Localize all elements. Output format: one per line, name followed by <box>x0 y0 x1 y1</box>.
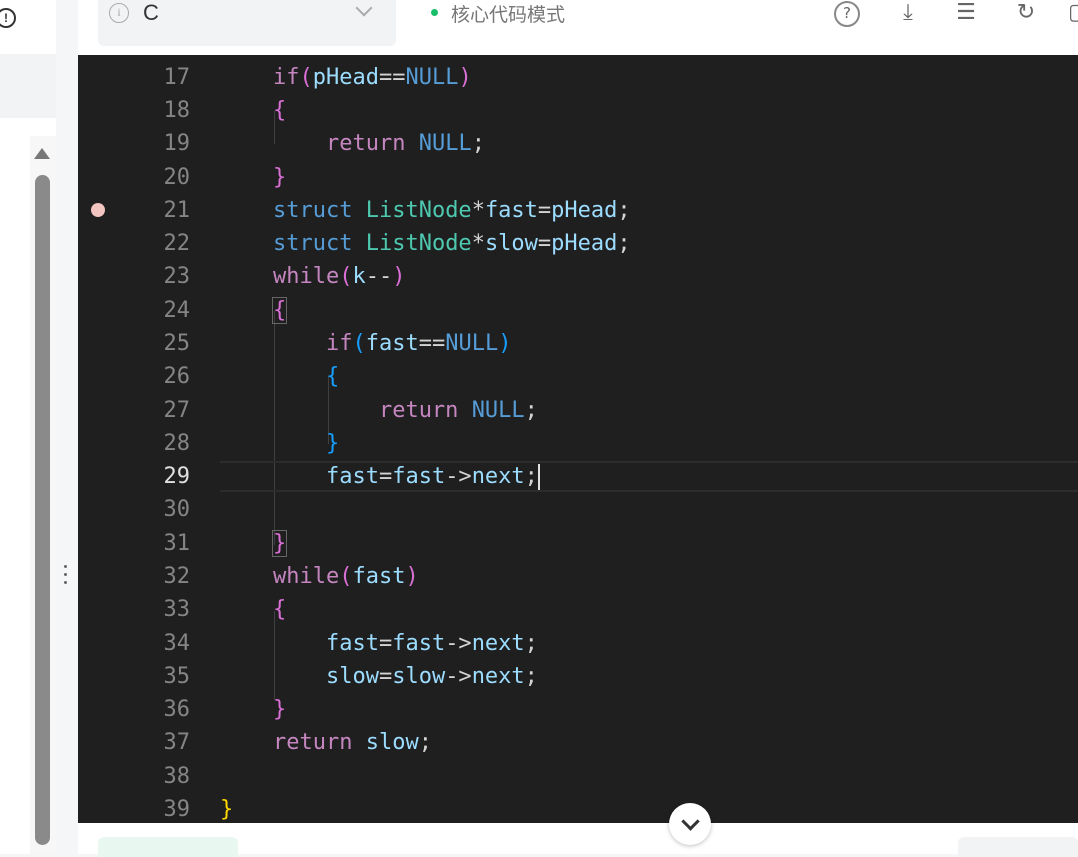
code-line: 39} <box>163 797 234 822</box>
code-line: 28 } <box>163 431 340 456</box>
code-line: 22 struct ListNode*slow=pHead; <box>163 231 631 256</box>
code-line: 33 { <box>163 597 287 622</box>
code-line-current[interactable]: 29 fast=fast->next; <box>78 460 1078 493</box>
download-icon[interactable]: ⤓ <box>894 0 922 28</box>
mode-status-dot <box>431 9 438 16</box>
code-line: 36 } <box>163 697 287 722</box>
code-editor[interactable]: 17 if(pHead==NULL) 18 { 19 return NULL; … <box>78 55 1078 823</box>
left-panel-section <box>0 54 56 118</box>
panel-splitter[interactable] <box>56 0 78 854</box>
code-line: 26 { <box>163 364 340 389</box>
code-line: 35 slow=slow->next; <box>163 664 538 689</box>
breakpoint-marker[interactable] <box>91 203 105 217</box>
tab-run-result[interactable] <box>98 837 238 857</box>
drag-handle-icon[interactable] <box>64 565 68 589</box>
code-line: 38 <box>163 764 191 789</box>
mode-label: 核心代码模式 <box>451 4 566 26</box>
fullscreen-icon[interactable]: ▢ <box>1068 0 1078 28</box>
help-icon[interactable]: ? <box>834 1 860 27</box>
info-icon[interactable]: i <box>109 3 129 23</box>
bottom-action-button[interactable] <box>958 837 1078 857</box>
code-line: 18 { <box>163 98 287 123</box>
code-line: 21 struct ListNode*fast=pHead; <box>78 194 1078 227</box>
code-line: 37 return slow; <box>163 730 432 755</box>
code-line: 20 } <box>163 165 287 190</box>
scrollbar-thumb[interactable] <box>35 175 50 845</box>
chevron-down-icon <box>681 812 700 831</box>
format-code-icon[interactable]: ☰ <box>952 0 980 28</box>
code-line: 32 while(fast) <box>163 564 419 589</box>
language-label[interactable]: C <box>143 0 159 26</box>
code-line: 17 if(pHead==NULL) <box>163 65 472 90</box>
code-line: 25 if(fast==NULL) <box>163 331 512 356</box>
code-line: 27 return NULL; <box>163 398 538 423</box>
code-line: 31 } <box>163 530 288 557</box>
code-line: 19 return NULL; <box>163 131 485 156</box>
collapse-panel-button[interactable] <box>669 803 711 845</box>
code-line: 24 { <box>163 297 288 324</box>
refresh-icon[interactable]: ↻ <box>1012 0 1040 28</box>
code-line: 34 fast=fast->next; <box>163 631 538 656</box>
text-cursor <box>537 464 540 490</box>
scroll-up-arrow-icon[interactable] <box>34 148 50 159</box>
code-line: 30 <box>163 497 191 522</box>
code-line: 23 while(k--) <box>163 264 406 289</box>
